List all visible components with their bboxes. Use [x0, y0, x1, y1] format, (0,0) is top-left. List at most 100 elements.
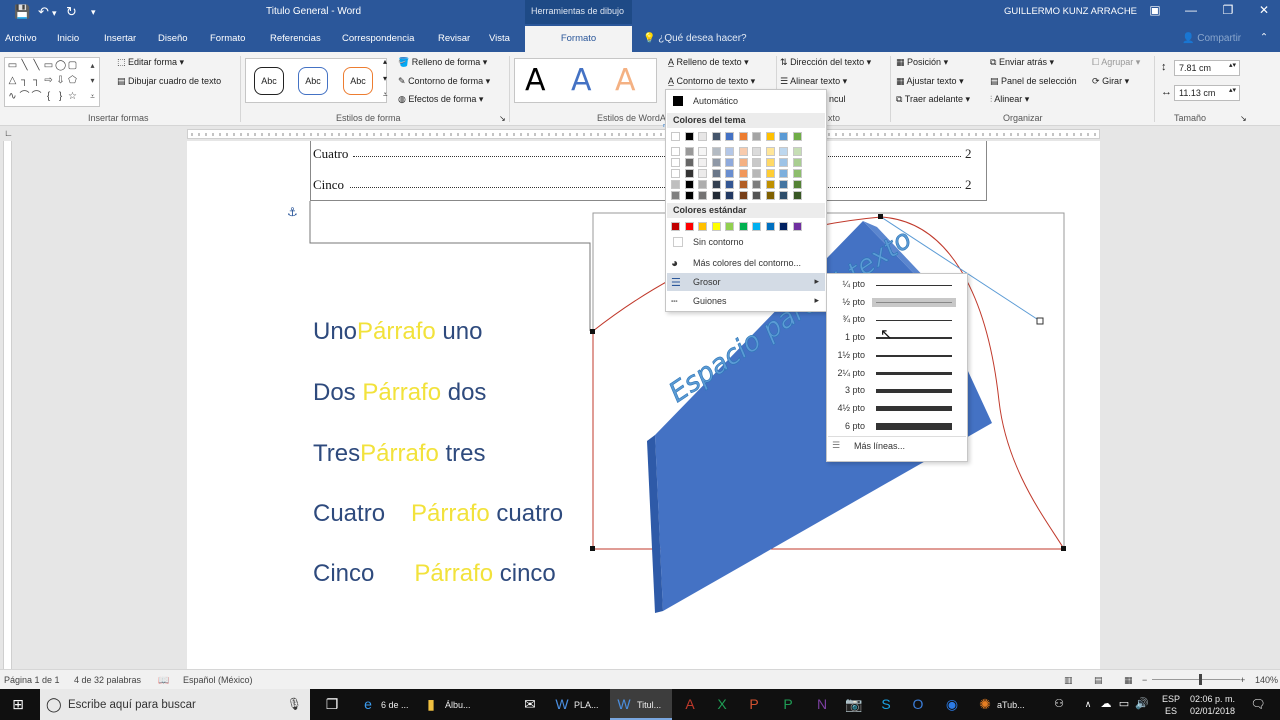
draw-textbox-button[interactable]: ▤ Dibujar cuadro de texto	[117, 76, 221, 87]
battery-icon[interactable]: ▭	[1114, 694, 1134, 714]
tab-archivo[interactable]: Archivo	[5, 33, 37, 44]
standard-color-swatch[interactable]	[792, 222, 802, 231]
color-swatch[interactable]	[684, 147, 694, 156]
standard-color-swatch[interactable]	[725, 222, 734, 231]
color-swatch[interactable]	[684, 191, 694, 200]
onedrive-icon[interactable]: ☁	[1096, 694, 1116, 714]
gallery-up-icon[interactable]: ▴	[87, 60, 98, 71]
shape-rounded-rect-icon[interactable]: ▢	[67, 60, 78, 71]
color-swatch[interactable]	[684, 132, 694, 141]
color-swatch[interactable]	[752, 132, 761, 141]
color-swatch[interactable]	[738, 169, 748, 178]
color-swatch[interactable]	[698, 191, 707, 200]
weight-option[interactable]: 2¼ pto	[828, 365, 967, 382]
text-outline-button[interactable]: A̲ Contorno de texto ▾	[668, 76, 755, 87]
vertex-handle[interactable]	[1061, 546, 1066, 551]
color-swatch[interactable]	[779, 169, 788, 178]
horizontal-ruler[interactable]: ∟	[0, 127, 1280, 141]
color-swatch[interactable]	[779, 158, 788, 167]
tab-correspondencia[interactable]: Correspondencia	[342, 33, 414, 44]
tab-diseno[interactable]: Diseño	[158, 33, 188, 44]
styles-scroll-down-icon[interactable]: ▾	[383, 74, 387, 83]
standard-color-swatch[interactable]	[671, 222, 680, 231]
width-input[interactable]: 11.13 cm ▴▾	[1174, 85, 1240, 101]
color-swatch[interactable]	[698, 158, 707, 167]
color-swatch[interactable]	[725, 180, 734, 189]
color-swatch[interactable]	[752, 180, 761, 189]
group-button[interactable]: ⧠ Agrupar ▾	[1092, 57, 1140, 68]
color-swatch[interactable]	[765, 158, 775, 167]
color-swatch[interactable]	[725, 132, 734, 141]
user-name[interactable]: GUILLERMO KUNZ ARRACHE	[1004, 6, 1137, 17]
word-count[interactable]: 4 de 32 palabras	[74, 675, 141, 685]
weight-option[interactable]: 1 pto	[828, 329, 967, 346]
save-icon[interactable]: 💾	[14, 4, 30, 20]
color-swatch[interactable]	[725, 169, 734, 178]
color-swatch[interactable]	[792, 169, 802, 178]
automatic-color-item[interactable]: Automático	[667, 92, 825, 110]
shapes-gallery[interactable]: ▭ ╲ ╲ ▭ ◯ ▢ △ ┐ ┐ ⇨ ⇩ ⬠ ∿ ⌒ ⌒ { } ☆ ▴ ▾ …	[4, 57, 100, 107]
styles-more-icon[interactable]: ⩡	[383, 90, 388, 100]
vertical-ruler[interactable]	[0, 141, 14, 669]
customize-toolbar-icon[interactable]: ▾	[91, 7, 96, 18]
ruler-track[interactable]	[187, 129, 1100, 139]
shape-arrow-line-icon[interactable]: ╲	[31, 60, 42, 71]
send-backward-button[interactable]: ⧉ Enviar atrás ▾	[990, 57, 1054, 68]
weight-option[interactable]: 6 pto	[828, 418, 967, 435]
weight-option[interactable]: ¾ pto	[828, 311, 967, 328]
outlook-icon[interactable]: O	[908, 694, 928, 714]
close-icon[interactable]: ✕	[1254, 3, 1274, 17]
color-swatch[interactable]	[752, 158, 761, 167]
color-swatch[interactable]	[765, 132, 775, 141]
word-icon-1[interactable]: W	[552, 694, 572, 714]
volume-icon[interactable]: 🔊	[1132, 694, 1152, 714]
zoom-out-icon[interactable]: −	[1142, 675, 1147, 685]
tray-up-icon[interactable]: ∧	[1078, 694, 1098, 714]
vertex-handle[interactable]	[590, 546, 595, 551]
page-count[interactable]: Página 1 de 1	[4, 675, 60, 685]
wordart-style-black[interactable]: A	[525, 63, 546, 98]
color-swatch[interactable]	[711, 147, 721, 156]
shape-oval-icon[interactable]: ◯	[55, 60, 66, 71]
paragraph[interactable]: Dos Párrafo dos	[313, 379, 486, 407]
no-outline-item[interactable]: Sin contorno	[667, 233, 825, 251]
color-swatch[interactable]	[684, 169, 694, 178]
more-lines-item[interactable]: ☰ Más líneas...	[828, 438, 967, 455]
color-swatch[interactable]	[725, 158, 734, 167]
vruler-track[interactable]	[3, 141, 12, 669]
text-fill-button[interactable]: A̲ Relleno de texto ▾	[668, 57, 749, 68]
weight-option[interactable]: 4½ pto	[828, 400, 967, 417]
wordart-style-blue[interactable]: A	[571, 63, 592, 98]
color-swatch[interactable]	[725, 191, 734, 200]
shape-styles-gallery[interactable]: Abc Abc Abc	[245, 58, 387, 103]
people-icon[interactable]: ⚇	[1049, 694, 1069, 714]
gallery-down-icon[interactable]: ▾	[87, 75, 98, 86]
color-swatch[interactable]	[792, 158, 802, 167]
dashes-submenu-item[interactable]: ┅ Guiones ▸	[667, 292, 825, 310]
tab-selector-icon[interactable]: ∟	[4, 128, 13, 138]
width-spinner-icon[interactable]: ▴▾	[1229, 86, 1236, 94]
color-swatch[interactable]	[765, 147, 775, 156]
windows-start-icon[interactable]: ⊞	[8, 694, 28, 714]
zoom-in-icon[interactable]: +	[1240, 675, 1245, 685]
color-swatch[interactable]	[765, 169, 775, 178]
excel-icon[interactable]: X	[712, 694, 732, 714]
position-button[interactable]: ▦ Posición ▾	[896, 57, 948, 68]
standard-color-swatch[interactable]	[779, 222, 788, 231]
shape-styles-launcher-icon[interactable]: ↘	[499, 114, 506, 123]
weight-submenu-item[interactable]: ☰ Grosor ▸	[667, 273, 825, 291]
taskbar-search[interactable]: ◯ Escribe aquí para buscar 🎙	[40, 689, 310, 720]
size-launcher-icon[interactable]: ↘	[1240, 114, 1247, 123]
print-layout-icon[interactable]: ▤	[1094, 675, 1103, 686]
atube-icon[interactable]: ✺	[975, 694, 995, 714]
wrap-text-button[interactable]: ▦ Ajustar texto ▾	[896, 76, 964, 87]
align-button[interactable]: ⫶ Alinear ▾	[990, 94, 1029, 105]
messenger-icon[interactable]: ◉	[942, 694, 962, 714]
color-swatch[interactable]	[671, 158, 680, 167]
web-layout-icon[interactable]: ▦	[1124, 675, 1133, 686]
tab-referencias[interactable]: Referencias	[270, 33, 321, 44]
vertex-handle[interactable]	[590, 329, 595, 334]
color-swatch[interactable]	[738, 180, 748, 189]
minimize-icon[interactable]: —	[1181, 3, 1201, 17]
color-swatch[interactable]	[765, 180, 775, 189]
